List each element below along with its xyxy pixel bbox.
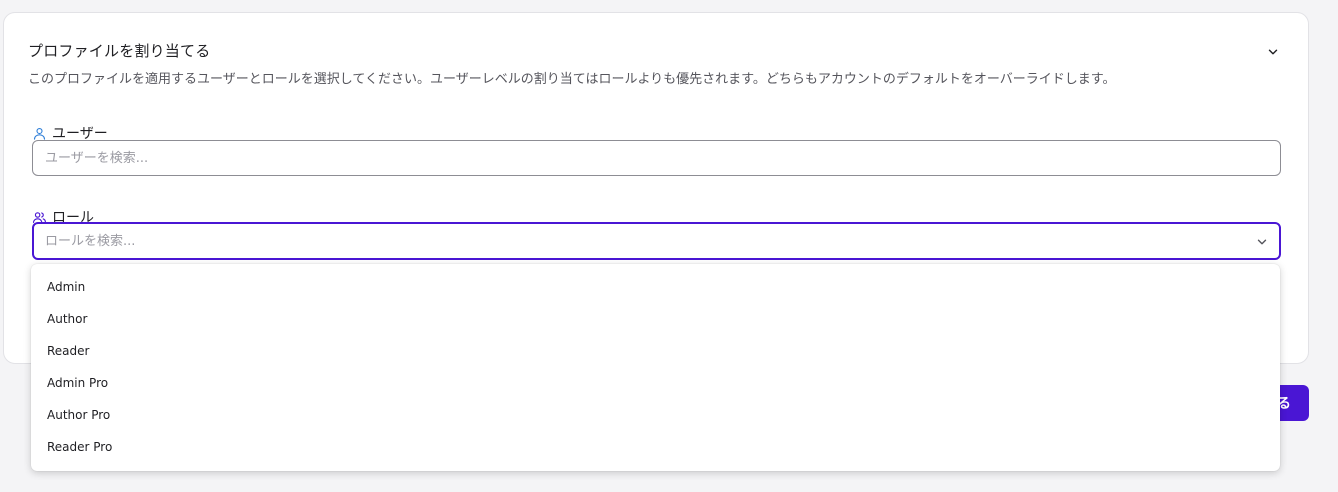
role-option-reader-pro[interactable]: Reader Pro <box>31 431 1280 463</box>
role-option-author-pro[interactable]: Author Pro <box>31 399 1280 431</box>
user-icon <box>33 127 46 140</box>
chevron-down-icon[interactable] <box>1255 235 1269 249</box>
users-search-input[interactable] <box>32 140 1281 176</box>
role-option-admin-pro[interactable]: Admin Pro <box>31 367 1280 399</box>
chevron-down-icon[interactable] <box>1266 45 1280 59</box>
section-description: このプロファイルを適用するユーザーとロールを選択してください。ユーザーレベルの割… <box>28 72 1116 87</box>
role-option-reader[interactable]: Reader <box>31 335 1280 367</box>
role-option-author[interactable]: Author <box>31 303 1280 335</box>
section-title: プロファイルを割り当てる <box>28 42 211 60</box>
roles-search-input[interactable] <box>32 222 1281 260</box>
roles-dropdown-menu: Admin Author Reader Admin Pro Author Pro… <box>31 264 1280 471</box>
role-option-admin[interactable]: Admin <box>31 271 1280 303</box>
